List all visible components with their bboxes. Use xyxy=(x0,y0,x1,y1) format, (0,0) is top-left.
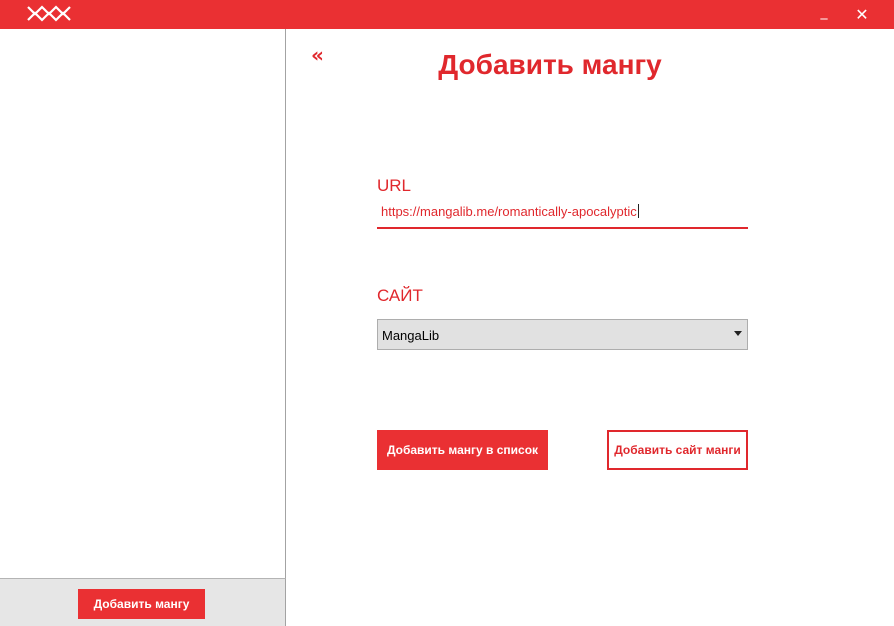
site-label: САЙТ xyxy=(377,286,423,305)
site-select[interactable]: MangaLib xyxy=(377,319,748,350)
page-title: Добавить мангу xyxy=(438,49,662,80)
sidebar-footer: Добавить мангу xyxy=(0,578,286,626)
minimize-button[interactable]: _ xyxy=(804,0,844,29)
site-select-value: MangaLib xyxy=(382,328,440,343)
url-input[interactable]: https://mangalib.me/romantically-apocaly… xyxy=(377,200,748,229)
chevron-down-icon xyxy=(734,331,742,336)
add-to-list-button[interactable]: Добавить мангу в список xyxy=(377,430,548,470)
url-input-value: https://mangalib.me/romantically-apocaly… xyxy=(381,204,637,219)
back-button[interactable]: « xyxy=(311,45,324,65)
zigzag-logo-icon xyxy=(27,5,71,22)
title-bar: _ ✕ xyxy=(0,0,894,29)
close-button[interactable]: ✕ xyxy=(842,0,882,29)
sidebar: Добавить мангу xyxy=(0,29,286,626)
add-manga-button[interactable]: Добавить мангу xyxy=(78,589,205,619)
main-panel: « Добавить мангу URL https://mangalib.me… xyxy=(287,29,894,626)
add-site-button[interactable]: Добавить сайт манги xyxy=(607,430,748,470)
url-label: URL xyxy=(377,176,412,195)
